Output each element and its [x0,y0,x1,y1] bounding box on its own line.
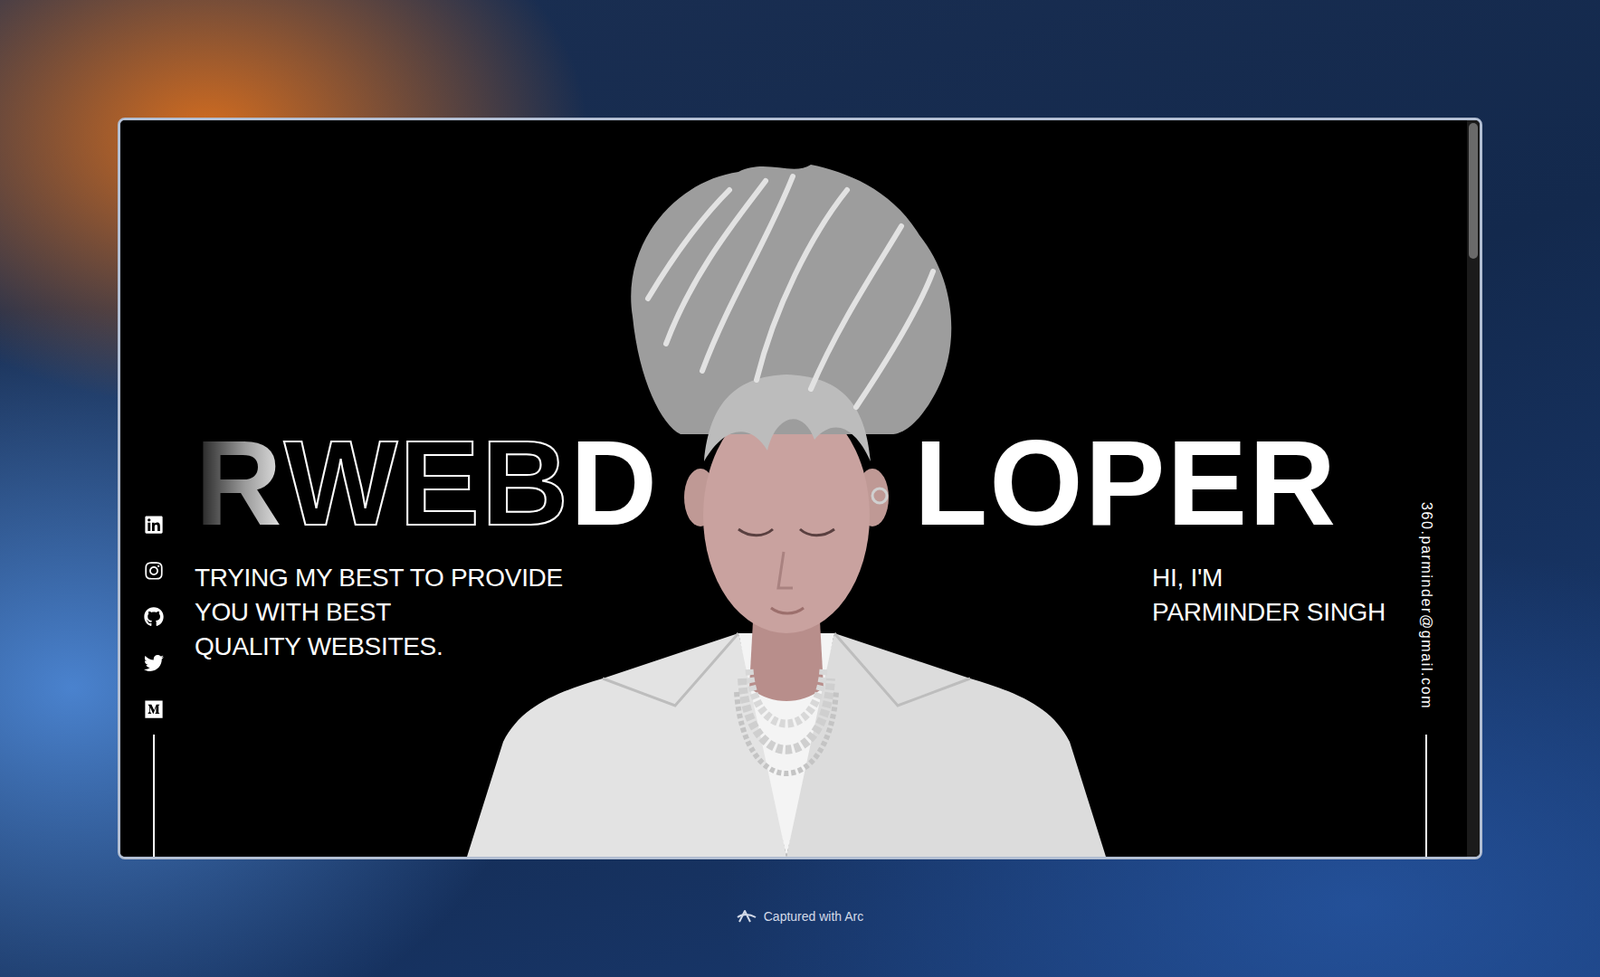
caption-text: Captured with Arc [763,909,865,924]
headline-segment: R [195,423,285,544]
headline-segment: LOPER [914,423,1338,544]
headline-segment: WEB [284,423,571,544]
headline-left: RWEBD [195,423,659,544]
medium-icon[interactable] [143,699,164,720]
tagline-line: TRYING MY BEST TO PROVIDE [194,561,563,596]
github-icon[interactable] [143,607,164,628]
tagline: TRYING MY BEST TO PROVIDEYOU WITH BESTQU… [187,561,563,665]
headline-right: LOPER [914,423,1338,544]
tagline-line: QUALITY WEBSITES. [194,629,563,665]
instagram-icon[interactable] [143,561,164,581]
arc-logo-icon [736,908,757,925]
portfolio-page: RWEBD LOPER TRYING MY BEST TO PROVIDEYOU W… [120,120,1467,858]
intro-line: PARMINDER SINGH [1152,595,1386,630]
scrollbar[interactable] [1466,120,1480,858]
email-rail: 360.parminder@gmail.com [1385,120,1467,858]
headline-segment: D [570,423,659,544]
intro: HI, I'MPARMINDER SINGH [1152,561,1386,665]
tagline-line: YOU WITH BEST [194,595,563,630]
intro-line: HI, I'M [1152,561,1386,596]
capture-caption: Captured with Arc [736,908,865,925]
rail-line [1425,734,1428,858]
email-link[interactable]: 360.parminder@gmail.com [1418,502,1435,710]
scrollbar-thumb[interactable] [1468,123,1478,259]
social-links [143,514,164,720]
browser-frame: RWEBD LOPER TRYING MY BEST TO PROVIDEYOU W… [117,117,1483,860]
twitter-icon[interactable] [143,653,164,674]
capture-stage: RWEBD LOPER TRYING MY BEST TO PROVIDEYOU W… [0,0,1600,977]
linkedin-icon[interactable] [143,514,164,535]
hero: RWEBD LOPER TRYING MY BEST TO PROVIDEYOU W… [187,120,1386,858]
rail-line [152,734,155,858]
social-rail [120,120,188,858]
